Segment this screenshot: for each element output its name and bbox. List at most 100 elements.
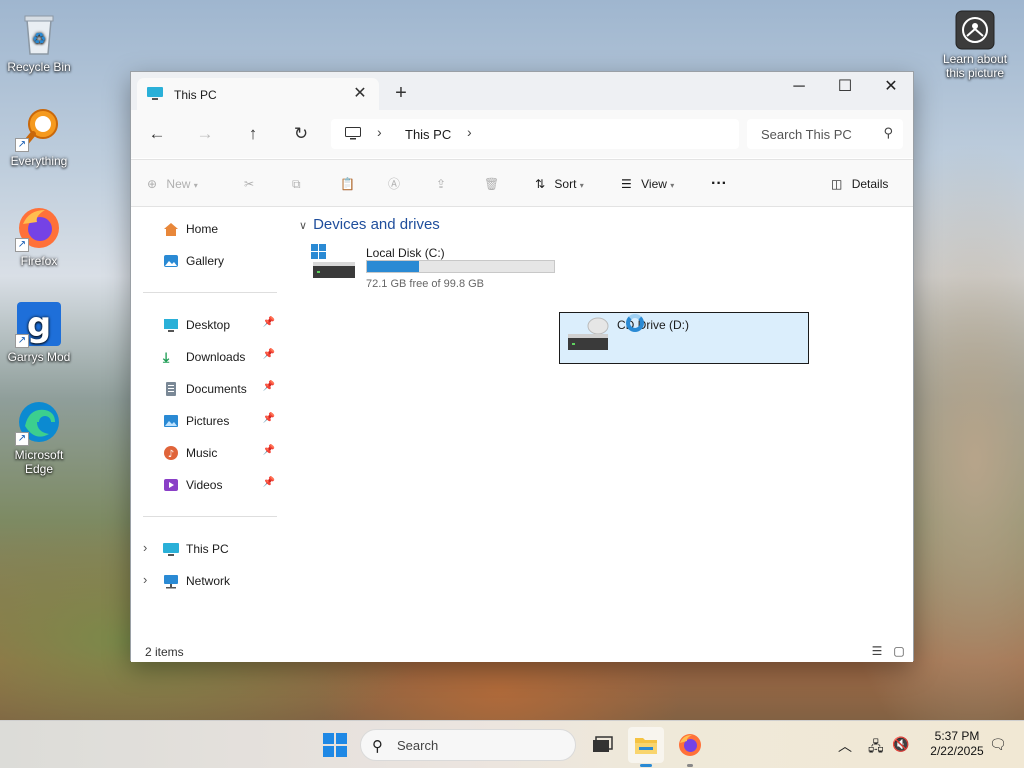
details-pane-icon: ◫ [831, 177, 843, 191]
sidebar-item-documents[interactable]: Documents 📌 [143, 374, 283, 402]
shortcut-arrow-icon: ↗ [15, 432, 29, 446]
sidebar-item-home[interactable]: Home [143, 214, 283, 242]
details-button[interactable]: ◫ Details [831, 174, 888, 194]
close-tab-icon[interactable]: ✕ [349, 83, 371, 105]
title-bar: This PC ✕ + ─ ☐ ✕ [131, 72, 913, 110]
desktop-icon-label: Everything [10, 154, 68, 168]
desktop-icon-edge[interactable]: ↗ Microsoft Edge [1, 398, 77, 476]
desktop-icon-label: Firefox [20, 254, 58, 268]
forward-button[interactable]: → [191, 122, 219, 146]
sidebar-item-videos[interactable]: Videos 📌 [143, 470, 283, 498]
tab-this-pc[interactable]: This PC ✕ [137, 78, 379, 110]
back-button[interactable]: ← [143, 122, 171, 146]
pin-icon: 📌 [262, 445, 275, 456]
sidebar-item-downloads[interactable]: ⤓ Downloads 📌 [143, 342, 283, 370]
tab-title: This PC [174, 88, 217, 102]
downloads-icon: ⤓ [163, 349, 170, 365]
taskbar-firefox[interactable] [672, 727, 708, 767]
rename-button[interactable]: Ⓐ [388, 174, 400, 194]
show-hidden-icons-button[interactable]: ︿ [838, 736, 852, 756]
taskbar-file-explorer[interactable] [628, 727, 664, 767]
firefox-icon: ↗ [15, 204, 63, 252]
desktop-icon-garrys-mod[interactable]: g ↗ Garrys Mod [1, 300, 77, 364]
minimize-button[interactable]: ─ [776, 72, 822, 102]
chevron-down-icon: ∨ [299, 220, 308, 232]
up-button[interactable]: ↑ [239, 122, 267, 146]
notifications-icon[interactable]: 🗨 [989, 736, 1007, 753]
sort-icon: ⇅ [535, 177, 546, 191]
details-view-icon[interactable]: ☰ [869, 643, 885, 659]
copy-button[interactable]: ⧉ [292, 174, 301, 194]
shortcut-arrow-icon: ↗ [15, 334, 29, 348]
learn-about-picture-icon [955, 10, 995, 50]
music-icon: ♪ [163, 445, 179, 461]
taskbar-search[interactable]: ⚲ Search [360, 729, 576, 761]
drive-name: Local Disk (C:) [366, 246, 445, 260]
sidebar-item-music[interactable]: ♪ Music 📌 [143, 438, 283, 466]
desktop-folder-icon [163, 317, 179, 333]
learn-about-picture[interactable]: Learn about this picture [936, 10, 1014, 80]
group-header-devices[interactable]: ∨ Devices and drives [299, 216, 440, 233]
desktop-icon-firefox[interactable]: ↗ Firefox [1, 204, 77, 268]
sidebar-item-network[interactable]: › Network [143, 566, 283, 594]
chevron-right-icon: › [377, 124, 382, 140]
monitor-icon [345, 127, 361, 140]
chevron-right-icon[interactable]: › [143, 540, 147, 555]
sidebar-item-pictures[interactable]: Pictures 📌 [143, 406, 283, 434]
refresh-button[interactable]: ↻ [287, 122, 315, 146]
large-icons-view-icon[interactable]: ▢ [891, 643, 907, 659]
drive-free-space: 72.1 GB free of 99.8 GB [366, 278, 485, 290]
volume-muted-icon[interactable]: 🔇 [892, 736, 909, 753]
view-button[interactable]: ☰ View ▾ [621, 174, 674, 194]
drive-cd-d[interactable]: CD Drive (D:) [559, 312, 809, 364]
navigation-pane: Home Gallery Desktop 📌 ⤓ Downloads 📌 Doc… [131, 208, 291, 640]
sidebar-item-gallery[interactable]: Gallery [143, 246, 283, 274]
windows-logo-icon [323, 733, 347, 757]
address-box[interactable]: › This PC › [331, 119, 739, 149]
file-explorer-icon [635, 738, 657, 754]
this-pc-icon [163, 541, 179, 557]
maximize-button[interactable]: ☐ [822, 72, 868, 102]
garrys-mod-icon: g ↗ [15, 300, 63, 348]
cut-button[interactable]: ✂ [244, 174, 254, 194]
item-count: 2 items [145, 645, 184, 659]
file-explorer-window: This PC ✕ + ─ ☐ ✕ ← → ↑ ↻ › This PC › Se… [130, 71, 914, 662]
sidebar-item-this-pc[interactable]: › This PC [143, 534, 283, 562]
breadcrumb[interactable]: This PC [405, 127, 451, 142]
chevron-right-icon[interactable]: › [143, 572, 147, 587]
edge-icon: ↗ [15, 398, 63, 446]
shortcut-arrow-icon: ↗ [15, 238, 29, 252]
sidebar-item-desktop[interactable]: Desktop 📌 [143, 310, 283, 338]
desktop-icon-recycle-bin[interactable]: ♻ Recycle Bin [1, 10, 77, 74]
desktop-icon-label: Microsoft Edge [14, 448, 64, 476]
chevron-down-icon: ▾ [193, 181, 198, 190]
more-options-button[interactable]: ··· [711, 174, 727, 194]
drive-local-disk-c[interactable]: Local Disk (C:) 72.1 GB free of 99.8 GB [309, 241, 559, 293]
shortcut-arrow-icon: ↗ [15, 138, 29, 152]
clock[interactable]: 5:37 PM 2/22/2025 [922, 729, 992, 759]
recycle-bin-icon: ♻ [15, 10, 63, 58]
search-input[interactable]: Search This PC ⚲ [747, 119, 903, 149]
address-bar: ← → ↑ ↻ › This PC › Search This PC ⚲ [131, 110, 913, 158]
delete-button[interactable]: 🗑 [484, 174, 499, 194]
paste-button[interactable]: 📋 [340, 174, 355, 194]
learn-about-label: Learn about this picture [942, 52, 1008, 80]
divider [143, 516, 277, 517]
close-window-button[interactable]: ✕ [868, 72, 914, 102]
share-button[interactable]: ⇪ [436, 174, 446, 194]
hard-drive-icon [311, 244, 355, 278]
new-button[interactable]: ⊕ New ▾ [147, 174, 198, 194]
desktop-icon-label: Garrys Mod [7, 350, 71, 364]
new-tab-button[interactable]: + [389, 82, 413, 106]
pictures-icon [163, 413, 179, 429]
sort-button[interactable]: ⇅ Sort ▾ [535, 174, 584, 194]
this-pc-icon [147, 87, 163, 100]
task-view-button[interactable] [584, 727, 620, 763]
chevron-right-icon[interactable]: › [467, 124, 472, 140]
network-status-icon[interactable]: 🖧 [868, 736, 884, 760]
desktop-icon-everything[interactable]: ↗ Everything [1, 104, 77, 168]
gallery-icon [163, 253, 179, 269]
start-button[interactable] [317, 727, 353, 763]
chevron-down-icon: ▾ [579, 181, 584, 190]
everything-search-icon: ↗ [15, 104, 63, 152]
